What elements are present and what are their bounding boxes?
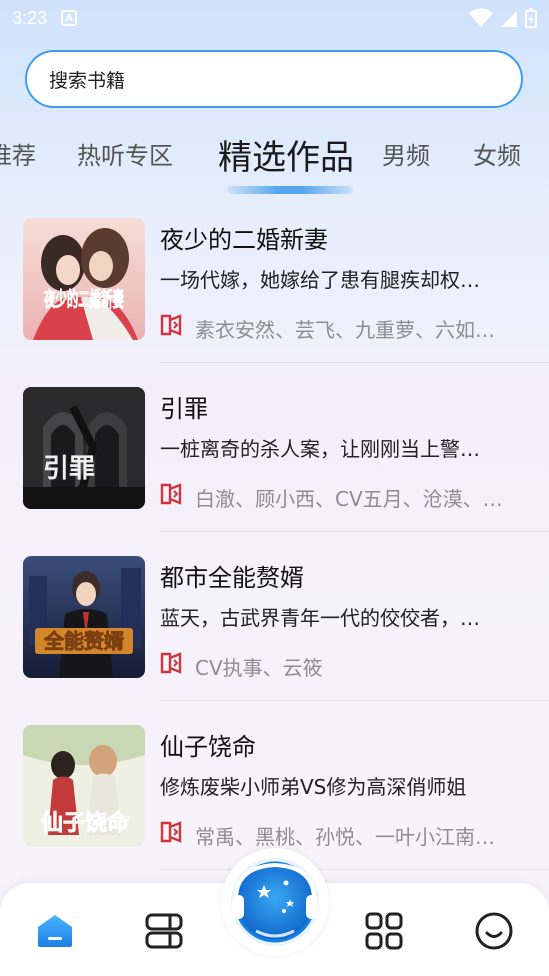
home-icon (38, 915, 72, 947)
category-icon (365, 912, 403, 950)
book-title[interactable]: 仙子饶命 (160, 727, 256, 762)
book-item[interactable]: 夜少的二婚新妻 夜少的二婚新妻 一场代嫁，她嫁给了患有腿疾却权… 素衣安然、芸飞… (0, 200, 549, 368)
book-cover-art: 夜少的二婚新妻 (23, 218, 145, 340)
bookshelf-icon (145, 913, 183, 949)
divider (160, 700, 549, 701)
tab-recommend[interactable]: 推荐 (0, 136, 36, 171)
author-mic-icon (160, 652, 182, 674)
battery-icon (525, 8, 537, 28)
status-bar: 3:23 A (0, 0, 549, 36)
divider (160, 362, 549, 363)
book-cover[interactable]: 仙子饶命 (23, 725, 145, 847)
divider (160, 531, 549, 532)
book-description: 蓝天，古武界青年一代的佼佼者，… (160, 606, 480, 630)
cover-title-art: 引罪 (43, 454, 95, 484)
book-authors: 常禹、黑桃、孙悦、一叶小江南… (195, 825, 495, 849)
cover-title-art: 仙子饶命 (41, 810, 130, 836)
cover-title-art: 夜少的二婚新妻 (43, 287, 124, 311)
cover-title-art: 全能赘婿 (43, 629, 124, 653)
book-title[interactable]: 夜少的二婚新妻 (160, 220, 328, 255)
book-authors: 白澈、顾小西、CV五月、沧漠、… (195, 487, 503, 511)
nav-profile[interactable] (470, 907, 518, 955)
book-cover-art: 引罪 (23, 387, 145, 509)
book-item[interactable]: 引罪 引罪 一桩离奇的杀人案，让刚刚当上警… 白澈、顾小西、CV五月、沧漠、… (0, 369, 549, 537)
nav-bookshelf[interactable] (140, 907, 188, 955)
author-mic-icon (160, 314, 182, 336)
player-icon (231, 858, 319, 946)
book-title[interactable]: 都市全能赘婿 (160, 558, 304, 593)
book-description: 一场代嫁，她嫁给了患有腿疾却权… (160, 268, 480, 292)
book-item[interactable]: 全能赘婿 都市全能赘婿 蓝天，古武界青年一代的佼佼者，… CV执事、云筱 (0, 538, 549, 706)
signal-icon (501, 11, 517, 27)
author-mic-icon (160, 821, 182, 843)
search-placeholder: 搜索书籍 (49, 69, 126, 92)
author-mic-icon (160, 483, 182, 505)
divider (160, 869, 549, 870)
book-authors: 素衣安然、芸飞、九重萝、六如… (195, 318, 495, 342)
book-cover[interactable]: 夜少的二婚新妻 (23, 218, 145, 340)
book-cover-art: 仙子饶命 (23, 725, 145, 847)
book-description: 修炼废柴小师弟VS修为高深俏师姐 (160, 775, 467, 799)
book-description: 一桩离奇的杀人案，让刚刚当上警… (160, 437, 480, 461)
tab-female[interactable]: 女频 (473, 136, 521, 171)
book-title[interactable]: 引罪 (160, 389, 208, 424)
profile-icon (475, 912, 513, 950)
status-icons (469, 8, 537, 28)
notification-icon: A (61, 10, 78, 26)
nav-category[interactable] (360, 907, 408, 955)
tab-indicator (227, 186, 353, 194)
player-button[interactable] (221, 848, 329, 956)
tab-featured[interactable]: 精选作品 (218, 130, 354, 179)
tab-hot-listening[interactable]: 热听专区 (77, 136, 173, 171)
tab-male[interactable]: 男频 (382, 136, 430, 171)
book-cover[interactable]: 引罪 (23, 387, 145, 509)
status-time: 3:23 (12, 7, 48, 28)
book-authors: CV执事、云筱 (195, 656, 323, 680)
wifi-icon (469, 8, 493, 27)
search-input[interactable]: 搜索书籍 (25, 50, 523, 108)
nav-home[interactable] (31, 907, 79, 955)
book-cover-art: 全能赘婿 (23, 556, 145, 678)
book-cover[interactable]: 全能赘婿 (23, 556, 145, 678)
